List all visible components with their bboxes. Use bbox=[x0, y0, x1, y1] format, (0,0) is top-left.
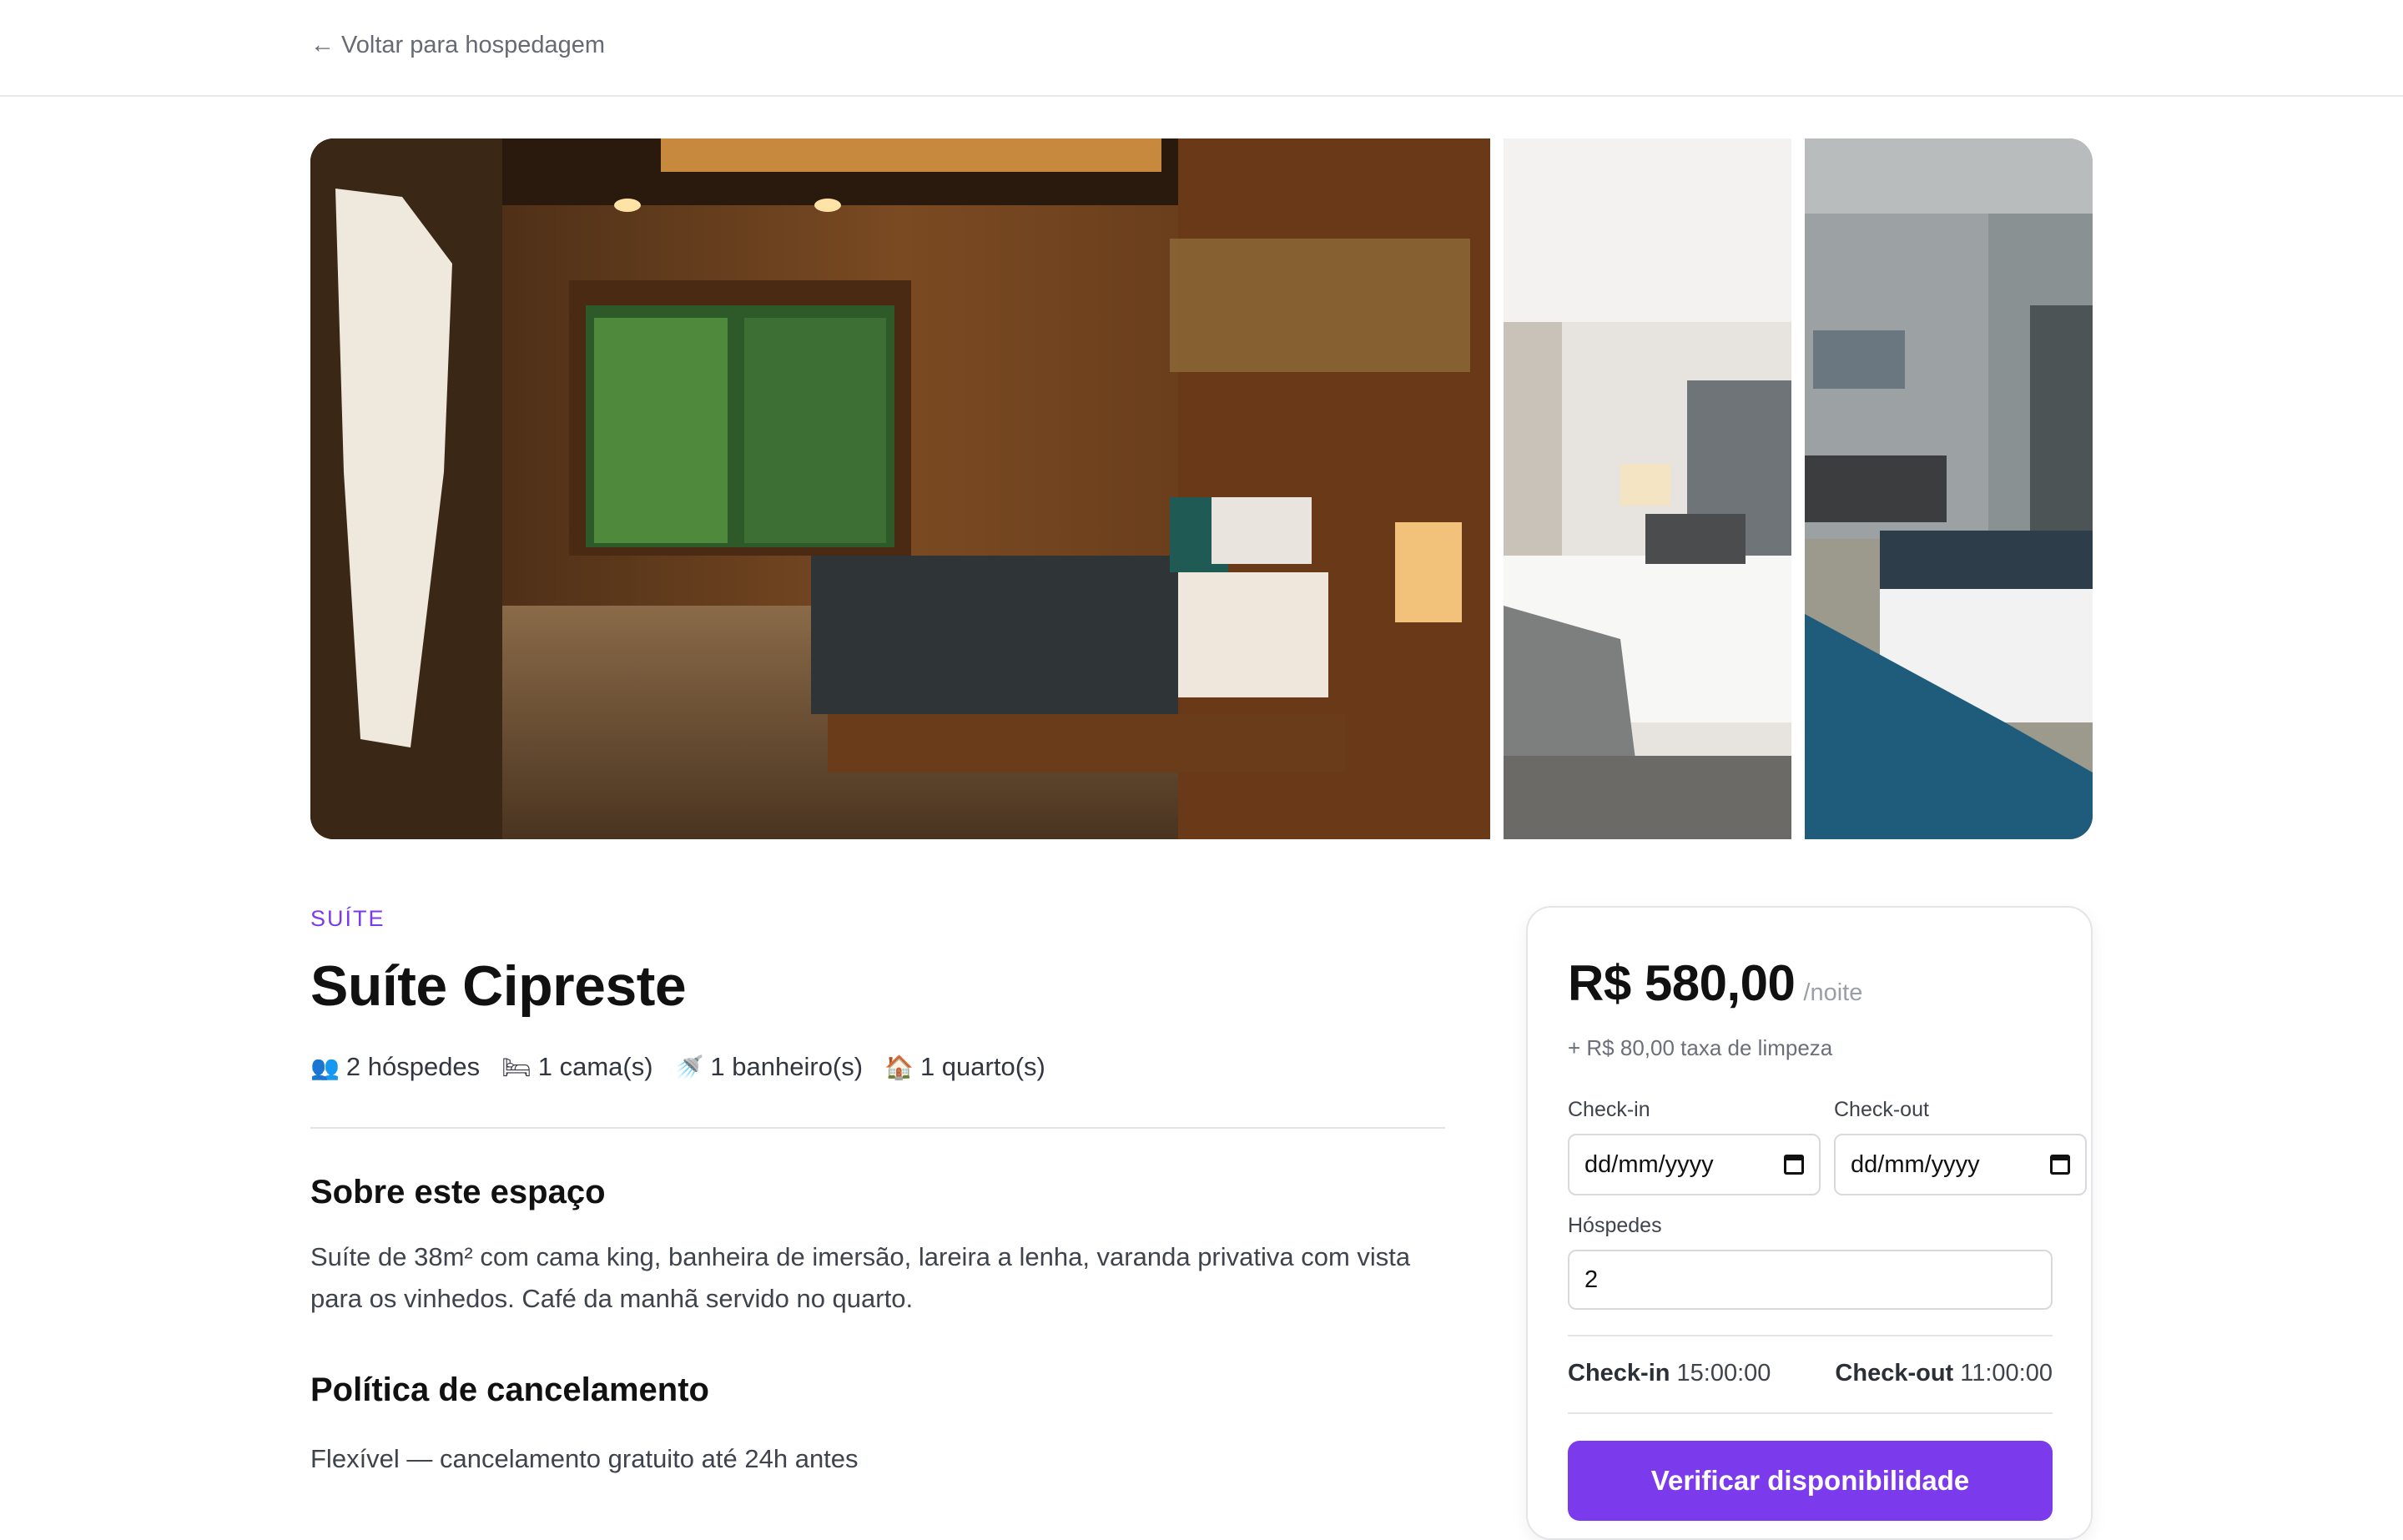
feature-beds: 🛏 1 cama(s) bbox=[501, 1052, 652, 1082]
about-title: Sobre este espaço bbox=[310, 1174, 606, 1210]
third-room-photo[interactable] bbox=[1805, 138, 2093, 839]
checkin-checkout-times: Check-in 15:00:00 Check-out 11:00:00 bbox=[1568, 1360, 2053, 1387]
date-fields: Check-in dd/mm/yyyy Check-out dd/mm/yyyy bbox=[1568, 1098, 2087, 1195]
checkin-date-input[interactable]: dd/mm/yyyy bbox=[1568, 1134, 1821, 1195]
feature-guests: 👥 2 hóspedes bbox=[310, 1052, 480, 1082]
cleaning-fee: + R$ 80,00 taxa de limpeza bbox=[1568, 1035, 1833, 1060]
divider bbox=[1568, 1335, 2053, 1336]
checkin-field-group: Check-in dd/mm/yyyy bbox=[1568, 1098, 1821, 1195]
shower-icon: 🚿 bbox=[674, 1054, 704, 1080]
about-text: Suíte de 38m² com cama king, banheira de… bbox=[310, 1242, 1411, 1313]
photo-gallery bbox=[310, 138, 2093, 839]
nightly-price: R$ 580,00 bbox=[1568, 955, 1796, 1011]
house-icon: 🏠 bbox=[884, 1054, 914, 1080]
checkout-label: Check-out bbox=[1834, 1098, 1929, 1121]
calendar-icon[interactable] bbox=[1784, 1155, 1804, 1175]
checkin-time: Check-in 15:00:00 bbox=[1568, 1360, 1771, 1387]
second-room-photo[interactable] bbox=[1504, 138, 1791, 839]
per-night-label: /noite bbox=[1803, 979, 1863, 1006]
calendar-icon[interactable] bbox=[2050, 1155, 2070, 1175]
check-availability-button[interactable]: Verificar disponibilidade bbox=[1568, 1441, 2053, 1521]
feature-baths-label: 1 banheiro(s) bbox=[710, 1052, 864, 1081]
divider bbox=[310, 1127, 1445, 1129]
bed-icon: 🛏 bbox=[501, 1054, 531, 1080]
divider bbox=[1568, 1412, 2053, 1414]
feature-rooms-label: 1 quarto(s) bbox=[919, 1052, 1045, 1081]
top-bar: ← Voltar para hospedagem bbox=[0, 0, 2403, 97]
checkout-time-label: Check-out bbox=[1835, 1360, 1954, 1387]
checkout-date-input[interactable]: dd/mm/yyyy bbox=[1834, 1134, 2087, 1195]
checkin-time-label: Check-in bbox=[1568, 1360, 1670, 1387]
page-title: Suíte Cipreste bbox=[310, 954, 687, 1018]
feature-baths: 🚿 1 banheiro(s) bbox=[675, 1052, 864, 1082]
checkin-date-value: dd/mm/yyyy bbox=[1584, 1150, 1714, 1178]
booking-card: R$ 580,00 /noite + R$ 80,00 taxa de limp… bbox=[1526, 906, 2093, 1540]
checkin-time-value: 15:00:00 bbox=[1676, 1360, 1771, 1387]
checkout-time-value: 11:00:00 bbox=[1960, 1360, 2053, 1387]
main-room-image bbox=[310, 138, 1490, 839]
checkout-field-group: Check-out dd/mm/yyyy bbox=[1834, 1098, 2087, 1195]
room-type-label: SUÍTE bbox=[310, 906, 385, 931]
guests-field-group: Hóspedes 2 bbox=[1568, 1214, 2053, 1310]
price-row: R$ 580,00 /noite bbox=[1568, 954, 2051, 1012]
third-room-image bbox=[1805, 138, 2093, 839]
guests-input[interactable]: 2 bbox=[1568, 1250, 2053, 1310]
main-room-photo[interactable] bbox=[310, 138, 1490, 839]
guests-label: Hóspedes bbox=[1568, 1214, 1662, 1237]
checkout-time: Check-out 11:00:00 bbox=[1835, 1360, 2053, 1387]
feature-rooms: 🏠 1 quarto(s) bbox=[884, 1052, 1045, 1082]
feature-guests-label: 2 hóspedes bbox=[345, 1052, 481, 1081]
room-features: 👥 2 hóspedes 🛏 1 cama(s) 🚿 1 banheiro(s)… bbox=[310, 1052, 1445, 1082]
checkin-label: Check-in bbox=[1568, 1098, 1650, 1121]
second-room-image bbox=[1504, 138, 1791, 839]
checkout-date-value: dd/mm/yyyy bbox=[1851, 1150, 1980, 1178]
room-details: SUÍTE Suíte Cipreste 👥 2 hóspedes 🛏 1 ca… bbox=[310, 906, 1445, 1474]
cancellation-title: Política de cancelamento bbox=[310, 1371, 709, 1408]
guests-value: 2 bbox=[1584, 1266, 1599, 1293]
feature-beds-label: 1 cama(s) bbox=[537, 1052, 653, 1081]
back-link[interactable]: ← Voltar para hospedagem bbox=[310, 32, 605, 59]
cancellation-text: Flexível — cancelamento gratuito até 24h… bbox=[310, 1444, 859, 1473]
people-icon: 👥 bbox=[310, 1054, 340, 1080]
